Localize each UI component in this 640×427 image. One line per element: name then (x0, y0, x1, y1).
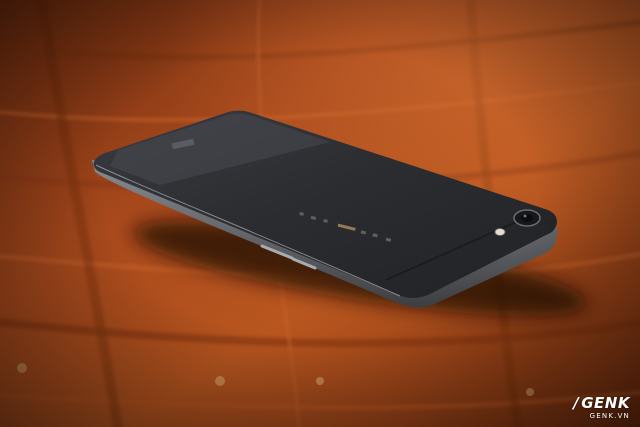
watermark-site: GENK.VN (589, 412, 630, 420)
watermark-brand-text: GENK (581, 394, 630, 412)
watermark-brand: / GENK (573, 396, 630, 411)
photo-scene (0, 0, 640, 427)
watermark-mark: / (573, 394, 580, 412)
vignette (0, 0, 640, 427)
genk-watermark: / GENK GENK.VN (573, 396, 630, 420)
